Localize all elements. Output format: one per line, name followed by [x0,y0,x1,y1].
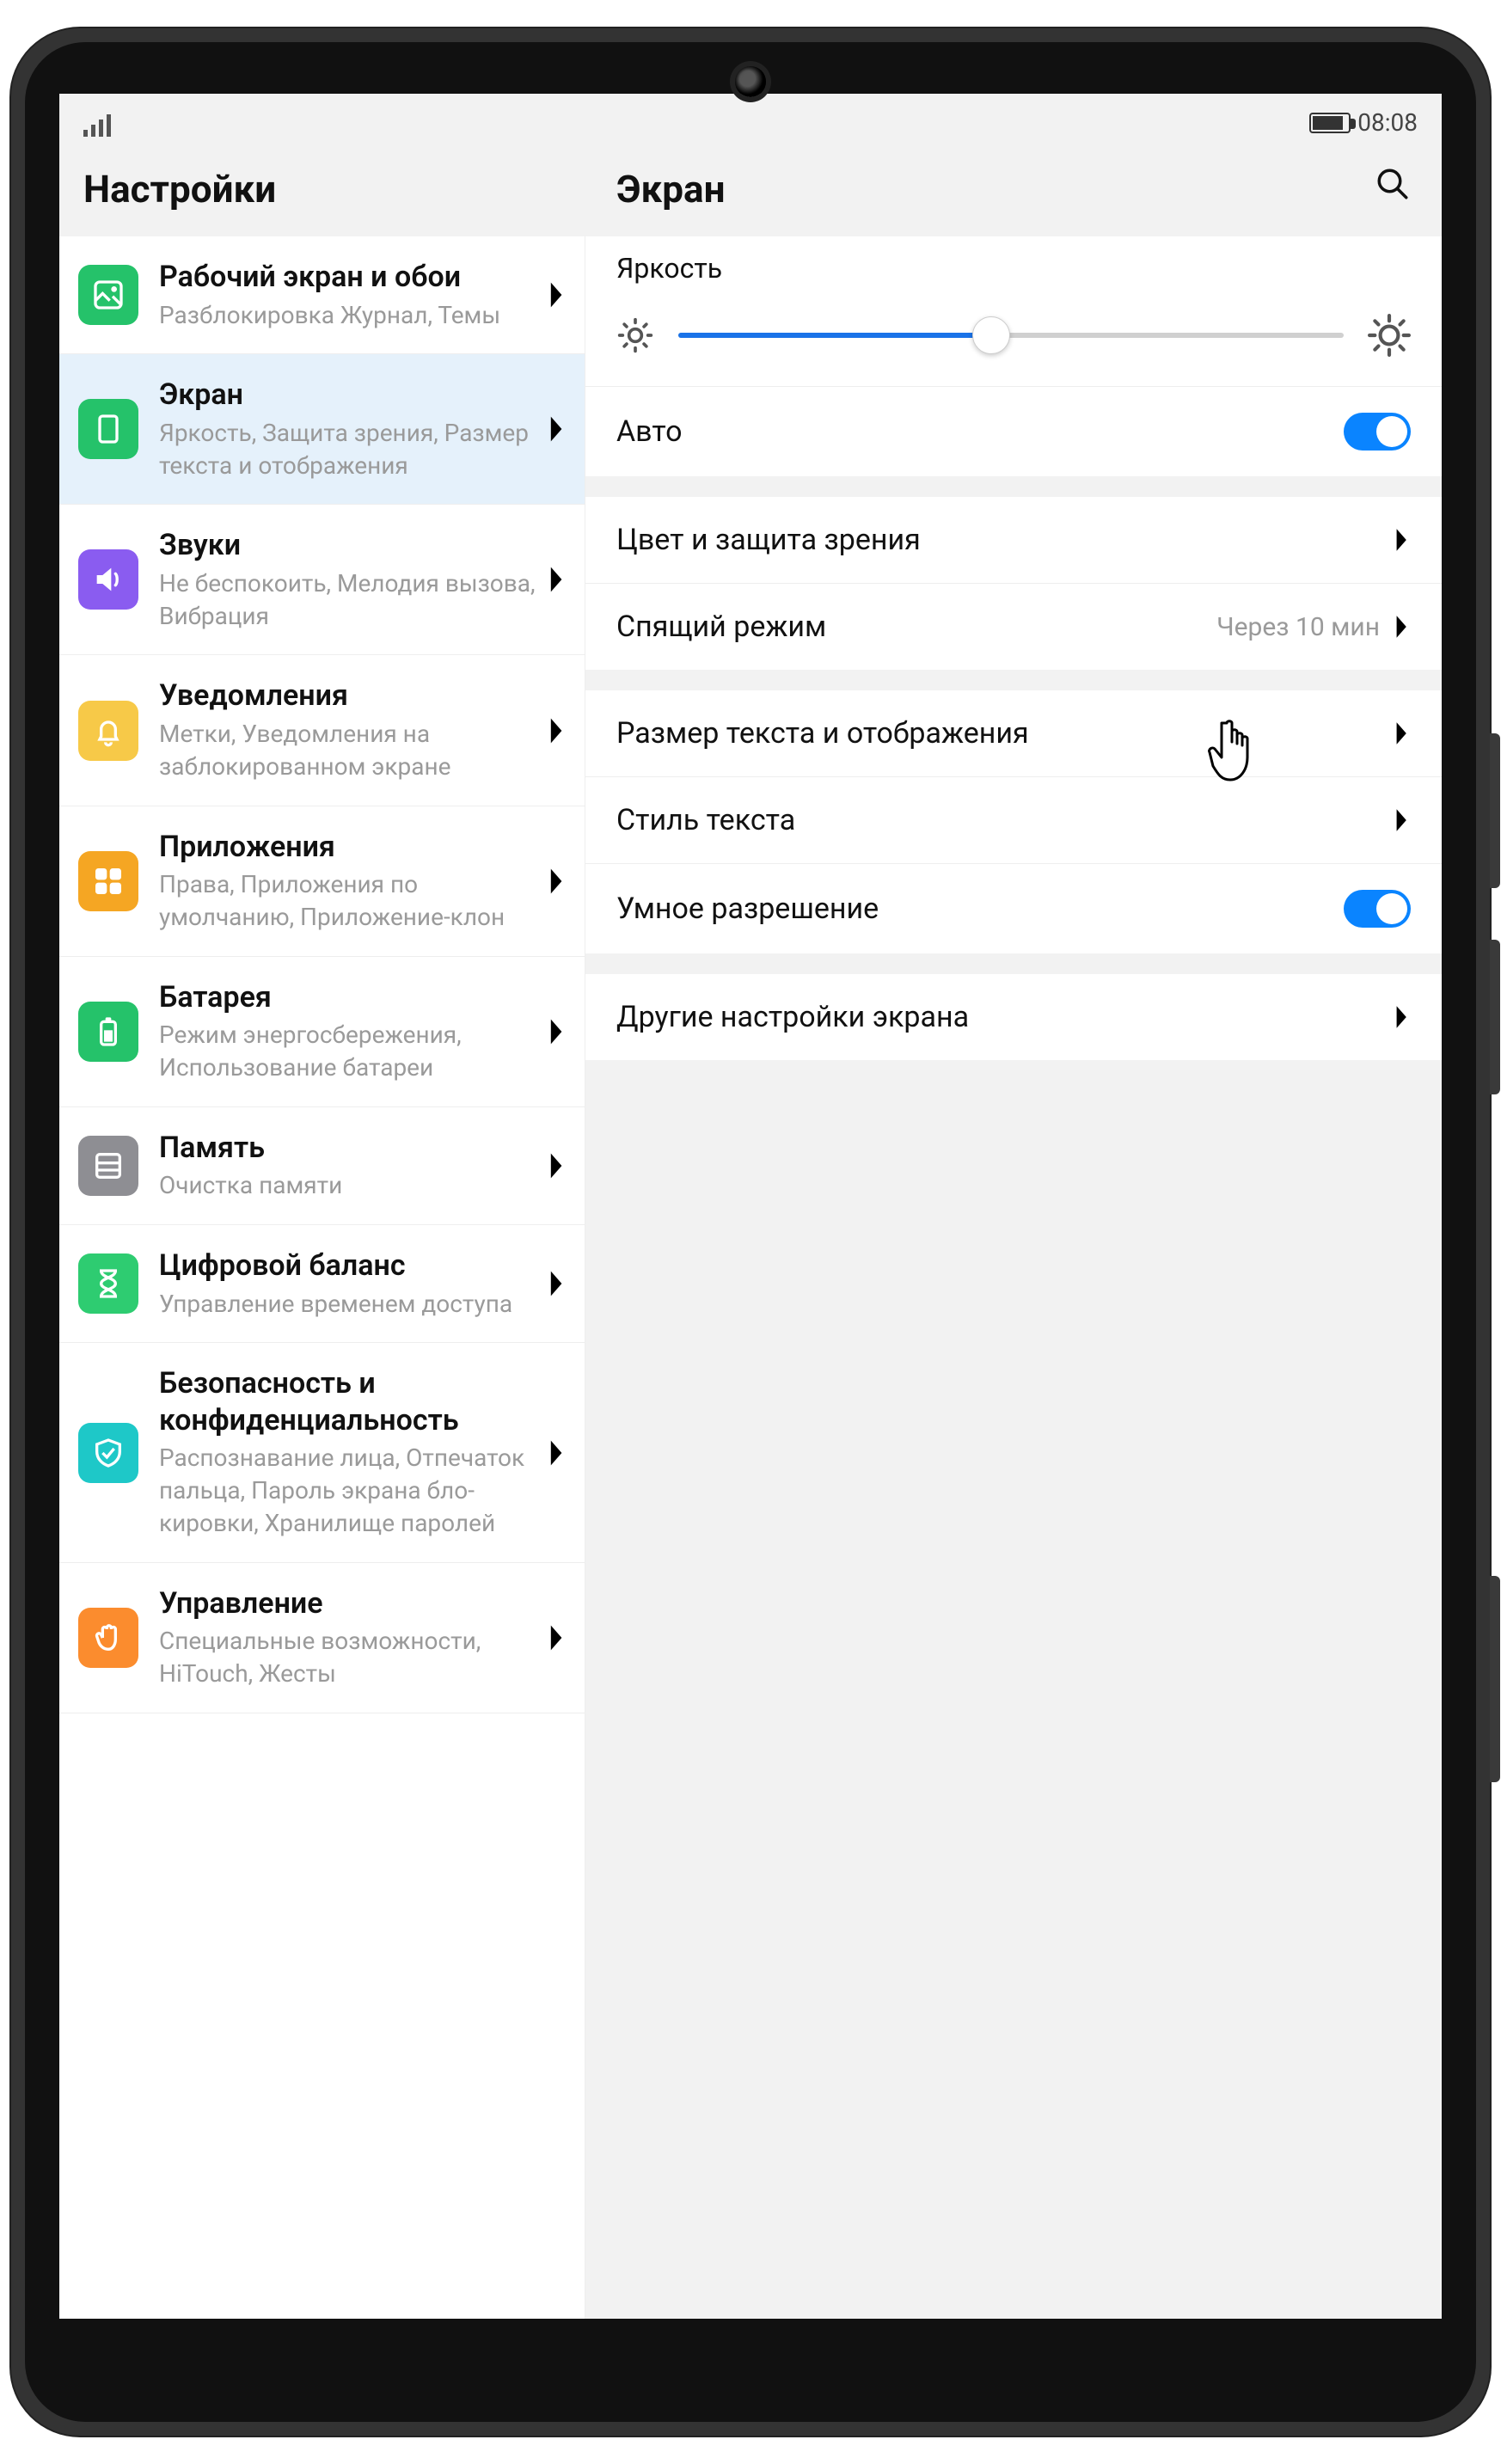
chevron-right-icon [545,1150,569,1181]
sidebar-item-apps[interactable]: Приложения Права, Приложения по умолчани… [59,806,585,957]
sidebar-item-label: Безопасность и конфиденциаль­ность [159,1365,545,1438]
bell-icon [78,701,138,761]
sidebar-item-label: Память [159,1130,545,1167]
toggle-smart-resolution[interactable] [1344,890,1411,928]
row-label: Размер текста и отображения [616,716,1394,751]
row-label: Спящий режим [616,610,1216,644]
sidebar-item-display[interactable]: Экран Яркость, Защита зрения, Размер тек… [59,354,585,505]
page-title-left: Настройки [59,142,585,236]
chevron-right-icon [1394,526,1411,554]
row-other-display-settings[interactable]: Другие настройки экрана [585,974,1442,1060]
sidebar-item-security[interactable]: Безопасность и конфиденциаль­ность Распо… [59,1343,585,1562]
display-settings-pane: Яркость [585,236,1442,2319]
sidebar-item-sub: Распознавание лица, Отпечаток пальца, Па… [159,1442,545,1539]
sound-icon [78,549,138,610]
row-smart-resolution[interactable]: Умное разрешение [585,863,1442,953]
brightness-low-icon [616,316,654,354]
sidebar-item-label: Экран [159,377,545,414]
sidebar-item-label: Управление [159,1585,545,1622]
shield-icon [78,1423,138,1483]
status-bar: 08:08 [59,94,1442,142]
display-icon [78,399,138,459]
chevron-right-icon [545,1437,569,1468]
row-value: Через 10 мин [1216,612,1380,642]
chevron-right-icon [545,279,569,310]
battery-icon [1309,113,1351,133]
brightness-slider[interactable] [678,333,1344,338]
headers: Настройки Экран [59,142,1442,236]
screen: 08:08 Настройки Экран [59,94,1442,2319]
chevron-right-icon [1394,1003,1411,1031]
sidebar-item-storage[interactable]: Память Очистка памяти [59,1107,585,1225]
sidebar-item-sub: Права, Приложения по умолчанию, Приложен… [159,868,545,934]
chevron-right-icon [545,1268,569,1299]
battery-icon [78,1002,138,1062]
sidebar-item-notifications[interactable]: Уведомления Метки, Уведомления на заблок… [59,655,585,806]
sidebar-item-sub: Метки, Уведомления на заблокированном эк… [159,718,545,783]
tablet-frame: 08:08 Настройки Экран [11,28,1490,2436]
sidebar-item-label: Рабочий экран и обои [159,259,545,296]
sidebar-item-sub: Специальные возможности, HiTouch, Жесты [159,1625,545,1690]
chevron-right-icon [545,414,569,444]
front-camera [735,66,766,97]
row-color-protection[interactable]: Цвет и защита зрения [585,497,1442,583]
row-label: Цвет и защита зрения [616,523,1394,557]
hw-button [1490,940,1500,1094]
sidebar-item-label: Приложения [159,829,545,866]
brightness-high-icon [1368,314,1411,357]
sidebar-item-sub: Режим энергосбере­жения, Использование б… [159,1019,545,1084]
hourglass-icon [78,1253,138,1314]
apps-icon [78,851,138,911]
sidebar-item-label: Цифровой баланс [159,1247,545,1284]
chevron-right-icon [1394,720,1411,747]
row-text-style[interactable]: Стиль текста [585,776,1442,863]
sidebar-item-sub: Разблокировка Журнал, Темы [159,299,545,332]
sidebar-item-sub: Не беспокоить, Мелодия вызова, Вибрация [159,567,545,633]
row-label: Стиль текста [616,803,1394,837]
sidebar-item-home-wallpaper[interactable]: Рабочий экран и обои Разблокировка Журна… [59,236,585,354]
sidebar-item-digital-balance[interactable]: Цифровой баланс Управление временем дост… [59,1225,585,1343]
sidebar-item-sounds[interactable]: Звуки Не беспокоить, Мелодия вызова, Виб… [59,505,585,655]
sidebar-item-label: Батарея [159,979,545,1016]
chevron-right-icon [545,1016,569,1047]
row-text-display-size[interactable]: Размер текста и отображения [585,690,1442,776]
clock: 08:08 [1357,108,1418,137]
settings-sidebar: Рабочий экран и обои Разблокировка Журна… [59,236,585,2319]
sidebar-item-label: Уведомления [159,677,545,714]
row-label: Авто [616,414,1344,449]
row-sleep[interactable]: Спящий режим Через 10 мин [585,583,1442,670]
search-icon[interactable] [1375,166,1411,211]
signal-icon [83,114,113,137]
toggle-auto-brightness[interactable] [1344,413,1411,451]
hand-icon [78,1608,138,1668]
row-label: Умное разрешение [616,892,1344,926]
chevron-right-icon [545,564,569,595]
sidebar-item-battery[interactable]: Батарея Режим энергосбере­жения, Использ… [59,957,585,1107]
row-label: Другие настройки экрана [616,1000,1394,1034]
sidebar-item-sub: Управление временем доступа [159,1288,545,1321]
hw-button [1490,1576,1500,1782]
page-title-right: Экран [616,167,725,211]
chevron-right-icon [1394,806,1411,834]
sidebar-item-sub: Очистка памяти [159,1169,545,1202]
chevron-right-icon [545,1622,569,1653]
storage-icon [78,1136,138,1196]
chevron-right-icon [545,866,569,897]
sidebar-item-label: Звуки [159,527,545,564]
chevron-right-icon [545,715,569,746]
row-auto-brightness[interactable]: Авто [585,386,1442,476]
brightness-label: Яркость [616,252,1411,285]
sidebar-item-sub: Яркость, Защита зрения, Размер текста и … [159,417,545,482]
chevron-right-icon [1394,613,1411,641]
sidebar-item-accessibility[interactable]: Управление Специальные возможности, HiTo… [59,1563,585,1713]
wallpaper-icon [78,265,138,325]
hw-button [1490,733,1500,888]
